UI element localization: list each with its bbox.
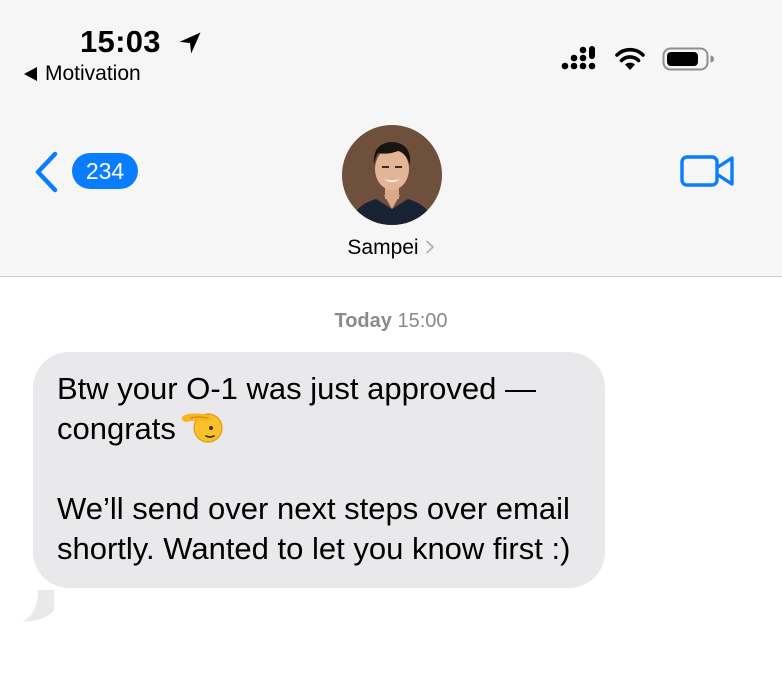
- chevron-right-icon: [425, 240, 434, 254]
- message-paragraph-1: Btw your O-1 was just approved — congrat…: [57, 369, 581, 449]
- cellular-signal-icon: [561, 46, 596, 70]
- message-spacer: [57, 449, 581, 489]
- contact-photo: [342, 125, 442, 225]
- timestamp-time: 15:00: [397, 310, 448, 332]
- unread-count-badge[interactable]: 234: [72, 153, 138, 189]
- chevron-left-icon[interactable]: [32, 150, 60, 194]
- conversation-header: 15:03 Motivation 234 Sampei: [0, 0, 782, 277]
- contact-avatar[interactable]: [342, 125, 442, 225]
- wifi-icon: [615, 47, 645, 70]
- message-paragraph-2: We’ll send over next steps over email sh…: [57, 491, 571, 566]
- message-timestamp: Today 15:00: [0, 309, 782, 333]
- back-to-app-link[interactable]: Motivation: [24, 62, 141, 86]
- saluting-face-emoji-icon: [181, 413, 223, 443]
- status-time: 15:03: [80, 24, 161, 59]
- back-triangle-icon: [24, 67, 37, 81]
- received-message[interactable]: Btw your O-1 was just approved — congrat…: [20, 352, 605, 622]
- message-bubble[interactable]: Btw your O-1 was just approved — congrat…: [33, 352, 605, 588]
- location-arrow-icon: [179, 32, 201, 54]
- video-camera-icon[interactable]: [680, 153, 736, 189]
- bubble-tail: [22, 590, 54, 622]
- message-text-1: Btw your O-1 was just approved — congrat…: [57, 371, 536, 446]
- contact-name: Sampei: [347, 236, 419, 259]
- contact-name-button[interactable]: Sampei: [0, 236, 782, 260]
- battery-icon: [662, 47, 714, 71]
- timestamp-day: Today: [334, 310, 392, 332]
- back-app-label: Motivation: [45, 62, 141, 85]
